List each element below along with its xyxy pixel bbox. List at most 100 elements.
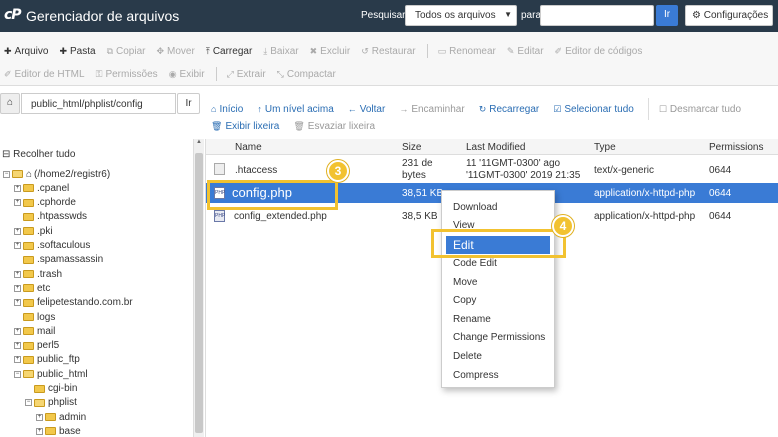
tree-item[interactable]: cgi-bin	[25, 382, 77, 396]
excluir-button[interactable]: ✖ Excluir	[310, 46, 351, 57]
file-name: .htaccess	[235, 165, 278, 176]
expand-toggle-icon[interactable]: +	[14, 342, 21, 350]
table-row[interactable]: .htaccess 231 de bytes 11 '11GMT-0300' a…	[206, 156, 778, 182]
menu-item-move[interactable]: Move	[453, 277, 477, 288]
permissoes-label: Permissões	[105, 68, 158, 80]
tree-item[interactable]: + .trash	[14, 267, 62, 281]
expand-toggle-icon[interactable]: +	[14, 227, 21, 235]
expand-toggle-icon[interactable]: +	[14, 299, 21, 307]
editor-de-html-button[interactable]: ✐ Editor de HTML	[4, 69, 85, 80]
editar-button[interactable]: ✎ Editar	[507, 46, 544, 57]
scroll-thumb[interactable]	[195, 153, 203, 433]
permissoes-button[interactable]: ⚿ Permissões	[96, 69, 158, 80]
path-input[interactable]: public_html/phplist/config	[21, 93, 176, 114]
inicio-button[interactable]: ⌂ Início	[211, 104, 243, 115]
column-header-permissions[interactable]: Permissions	[709, 142, 763, 153]
caret-down-icon: ▼	[504, 10, 512, 19]
tree-item[interactable]: + public_ftp	[14, 353, 80, 367]
settings-button[interactable]: ⚙ Configurações	[685, 5, 773, 26]
expand-toggle-icon[interactable]: +	[36, 413, 43, 421]
home-path-button[interactable]: ⌂	[0, 93, 20, 114]
tree-item[interactable]: + etc	[14, 281, 50, 295]
selecionar-tudo-button[interactable]: ☑ Selecionar tudo	[553, 104, 634, 115]
tree-item[interactable]: + mail	[14, 324, 55, 338]
folder-icon	[23, 212, 34, 221]
folder-tree: ⊟ Recolher tudo − ⌂ (/home2/registr6) + .cpa…	[0, 139, 193, 437]
tree-item[interactable]: logs	[14, 310, 55, 324]
tree-item[interactable]: + base	[36, 424, 81, 437]
collapse-toggle-icon[interactable]: −	[25, 399, 32, 407]
mover-button[interactable]: ✥ Mover	[156, 46, 194, 57]
expand-toggle-icon[interactable]: +	[14, 356, 21, 364]
menu-item-code-edit[interactable]: Code Edit	[453, 258, 497, 269]
expand-toggle-icon[interactable]: +	[14, 184, 21, 192]
column-header-size[interactable]: Size	[402, 142, 421, 153]
path-go-button[interactable]: Ir	[177, 93, 200, 114]
expand-toggle-icon[interactable]: +	[14, 327, 21, 335]
column-header-name[interactable]: Name	[235, 142, 262, 153]
search-scope-select[interactable]: Todos os arquivos ▼	[405, 5, 517, 26]
pasta-button[interactable]: ✚ Pasta	[59, 46, 95, 57]
plus-icon: ✚	[59, 45, 67, 56]
tree-item[interactable]: + .cphorde	[14, 196, 76, 210]
tree-item[interactable]: + felipetestando.com.br	[14, 296, 133, 310]
encaminhar-button[interactable]: → Encaminhar	[399, 104, 464, 115]
tree-item[interactable]: + .cpanel	[14, 181, 69, 195]
tree-item[interactable]: − ⌂ (/home2/registr6)	[3, 167, 110, 181]
folder-icon	[34, 384, 45, 393]
desmarcar-tudo-button[interactable]: ☐ Desmarcar tudo	[659, 104, 741, 115]
menu-item-copy[interactable]: Copy	[453, 295, 476, 306]
baixar-button[interactable]: ⤓ Baixar	[263, 46, 298, 57]
expand-toggle-icon[interactable]: +	[14, 199, 21, 207]
file-size: 231 de	[402, 158, 433, 169]
column-header-modified[interactable]: Last Modified	[466, 142, 525, 153]
recarregar-button[interactable]: ↻ Recarregar	[479, 104, 540, 115]
file-modified-date: '11GMT-0300' 2019 21:35	[466, 170, 581, 181]
menu-item-rename[interactable]: Rename	[453, 314, 491, 325]
tree-item[interactable]: + .pki	[14, 224, 53, 238]
exibir-button[interactable]: ◉ Exibir	[169, 69, 205, 80]
search-input[interactable]	[540, 5, 654, 26]
collapse-toggle-icon[interactable]: −	[14, 370, 21, 378]
scroll-up-icon[interactable]: ▲	[194, 139, 204, 151]
collapse-all-button[interactable]: ⊟ Recolher tudo	[2, 149, 75, 160]
tree-item[interactable]: .spamassassin	[14, 253, 103, 267]
renomear-button[interactable]: ▭ Renomear	[438, 46, 496, 57]
esvaziar-lixeira-button[interactable]: 🗑 Esvaziar lixeira	[293, 121, 375, 132]
expand-toggle-icon[interactable]: +	[14, 284, 21, 292]
restaurar-button[interactable]: ↺ Restaurar	[361, 46, 415, 57]
menu-item-download[interactable]: Download	[453, 202, 497, 213]
editor-de-codigos-button[interactable]: ✐ Editor de códigos	[555, 46, 643, 57]
um-nivel-acima-button[interactable]: ↑ Um nível acima	[257, 104, 333, 115]
tree-item-label: perl5	[37, 340, 60, 352]
voltar-button[interactable]: ← Voltar	[348, 104, 386, 115]
column-header-type[interactable]: Type	[594, 142, 616, 153]
file-modified: 11 '11GMT-0300' ago	[466, 158, 561, 169]
arquivo-button[interactable]: ✚ Arquivo	[4, 46, 48, 57]
tree-scrollbar[interactable]: ▲	[193, 139, 204, 437]
expand-toggle-icon[interactable]: +	[36, 427, 43, 435]
tree-item[interactable]: .htpasswds	[14, 210, 87, 224]
collapse-toggle-icon[interactable]: −	[3, 170, 10, 178]
tree-item[interactable]: + perl5	[14, 339, 59, 353]
compactar-button[interactable]: ⤡ Compactar	[277, 69, 336, 80]
exibir-lixeira-button[interactable]: 🗑 Exibir lixeira	[211, 121, 279, 132]
carregar-button[interactable]: ⤒ Carregar	[206, 46, 252, 57]
tree-item[interactable]: − public_html	[14, 367, 88, 381]
folder-open-icon	[34, 398, 45, 407]
tree-item[interactable]: + .softaculous	[14, 239, 90, 253]
search-go-button[interactable]: Ir	[656, 5, 678, 26]
tree-item-label: .htpasswds	[37, 211, 88, 223]
tree-item-label: .pki	[37, 225, 53, 237]
menu-item-compress[interactable]: Compress	[453, 370, 499, 381]
copiar-button[interactable]: ⧉ Copiar	[107, 46, 146, 57]
menu-item-change-permissions[interactable]: Change Permissions	[453, 332, 545, 343]
tree-item-label: .spamassassin	[37, 254, 104, 266]
tree-item[interactable]: − phplist	[25, 396, 77, 410]
expand-toggle-icon[interactable]: +	[14, 270, 21, 278]
expand-toggle-icon[interactable]: +	[14, 242, 21, 249]
folder-icon	[23, 241, 34, 250]
extrair-button[interactable]: ⤢ Extrair	[227, 69, 266, 80]
tree-item[interactable]: + admin	[36, 410, 86, 424]
menu-item-delete[interactable]: Delete	[453, 351, 482, 362]
